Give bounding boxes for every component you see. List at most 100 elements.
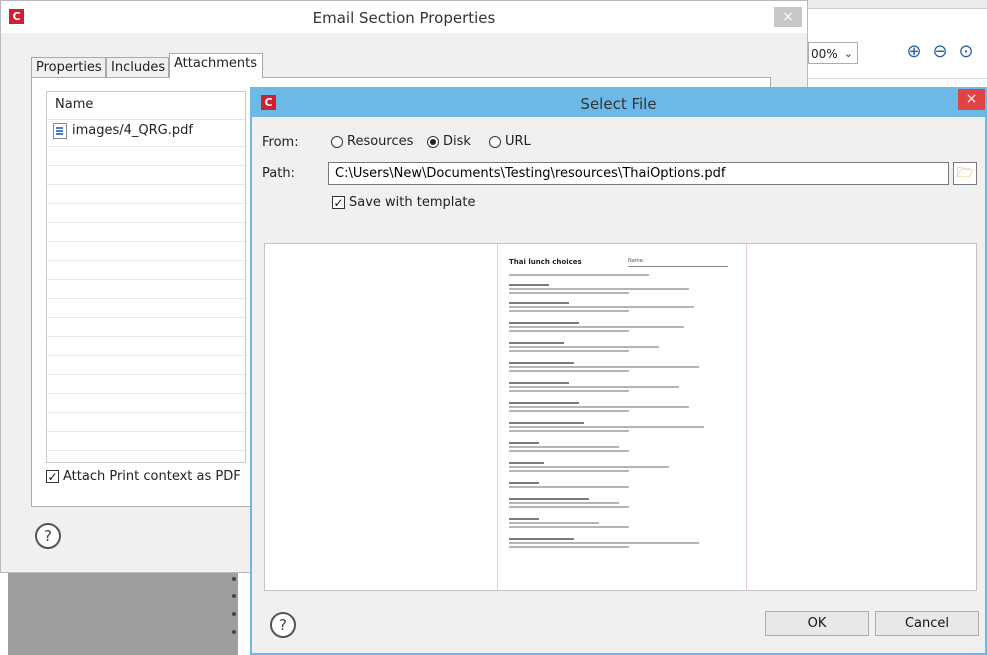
list-header: Name (47, 92, 245, 120)
help-icon[interactable]: ? (270, 612, 296, 638)
radio-resources[interactable]: Resources (331, 133, 413, 151)
zoom-out-icon[interactable]: ⊖ (929, 41, 951, 63)
radio-label: Resources (347, 134, 414, 149)
preview-text-line (509, 310, 629, 312)
preview-text-line (509, 370, 629, 372)
preview-text-line (509, 486, 629, 488)
from-label: From: (262, 135, 299, 150)
attachments-list[interactable]: Name images/4_QRG.pdf (46, 91, 246, 463)
email-dialog-titlebar: C Email Section Properties × (1, 1, 807, 33)
preview-text-line (509, 522, 599, 524)
background-panel-edge (238, 573, 250, 655)
tab-properties[interactable]: Properties (31, 57, 106, 77)
preview-text-line (509, 386, 679, 388)
bullet-dot (232, 594, 236, 598)
preview-text-line (509, 430, 629, 432)
radio-button[interactable] (331, 135, 343, 148)
save-template-label: Save with template (349, 195, 476, 210)
row-divider (47, 241, 245, 242)
row-divider (47, 450, 245, 451)
preview-text-line (509, 502, 619, 504)
radio-disk[interactable]: Disk (427, 133, 471, 151)
select-dialog-title: Select File (580, 95, 657, 113)
preview-text-line (509, 382, 569, 384)
preview-text-line (509, 302, 569, 304)
radio-button-selected[interactable] (427, 135, 439, 148)
row-divider (47, 412, 245, 413)
chevron-down-icon: ⌄ (843, 47, 853, 60)
attachment-filename: images/4_QRG.pdf (72, 123, 193, 138)
file-preview-area: Thai lunch choices Name: (264, 243, 977, 591)
pdf-page-preview: Thai lunch choices Name: (497, 244, 747, 590)
path-label: Path: (262, 166, 295, 181)
zoom-select[interactable]: 00% ⌄ (808, 42, 858, 64)
preview-text-line (509, 538, 574, 540)
row-divider (47, 279, 245, 280)
preview-text-line (509, 526, 629, 528)
preview-doc-title: Thai lunch choices (509, 258, 582, 266)
preview-text-line (509, 346, 659, 348)
preview-text-line (509, 406, 689, 408)
preview-text-line (509, 402, 579, 404)
close-icon[interactable]: × (774, 7, 802, 27)
preview-text-line (509, 288, 689, 290)
preview-text-line (509, 482, 539, 484)
ok-button[interactable]: OK (765, 611, 869, 636)
save-with-template-checkbox[interactable]: ✓ Save with template (332, 195, 475, 211)
preview-text-line (509, 342, 564, 344)
preview-text-line (509, 350, 629, 352)
zoom-in-icon[interactable]: ⊕ (903, 41, 925, 63)
preview-text-line (509, 422, 584, 424)
preview-text-line (509, 546, 629, 548)
tab-includes[interactable]: Includes (106, 57, 169, 77)
preview-text-line (509, 326, 684, 328)
select-dialog-titlebar: C Select File × (252, 89, 985, 117)
radio-url[interactable]: URL (489, 133, 531, 151)
checkbox-checked[interactable]: ✓ (332, 196, 345, 209)
background-panel (8, 573, 238, 655)
row-divider (47, 203, 245, 204)
preview-text-line (509, 542, 699, 544)
preview-text-line (509, 506, 629, 508)
column-header-name: Name (55, 97, 94, 112)
close-icon[interactable]: × (958, 89, 985, 110)
attach-print-context-checkbox[interactable]: ✓ Attach Print context as PDF (46, 469, 241, 485)
preview-text-line (509, 410, 629, 412)
checkbox-checked[interactable]: ✓ (46, 470, 59, 483)
preview-text-line (509, 292, 629, 294)
path-input[interactable] (328, 162, 949, 185)
preview-text-line (509, 498, 589, 500)
preview-name-field: Name: (628, 258, 728, 267)
cancel-button[interactable]: Cancel (875, 611, 979, 636)
row-divider (47, 165, 245, 166)
attach-print-label: Attach Print context as PDF (63, 469, 241, 484)
folder-open-icon[interactable]: 🗁 (953, 162, 977, 185)
preview-text-line (509, 330, 629, 332)
row-divider (47, 146, 245, 147)
bullet-dot (232, 577, 236, 581)
preview-text-line (509, 462, 544, 464)
preview-text-line (509, 426, 704, 428)
bullet-dot (232, 630, 236, 634)
bullet-dot (232, 612, 236, 616)
preview-text-line (509, 450, 629, 452)
row-divider (47, 317, 245, 318)
preview-text-line (509, 390, 629, 392)
row-divider (47, 184, 245, 185)
help-icon[interactable]: ? (35, 523, 61, 549)
zoom-value: 00% (811, 47, 838, 61)
preview-text-line (509, 446, 619, 448)
list-item[interactable]: images/4_QRG.pdf (53, 122, 193, 140)
pdf-file-icon (53, 122, 67, 139)
row-divider (47, 298, 245, 299)
row-divider (47, 431, 245, 432)
tab-attachments[interactable]: Attachments (169, 53, 263, 78)
zoom-reset-icon[interactable]: ⊙ (955, 41, 977, 63)
row-divider (47, 336, 245, 337)
preview-text-line (509, 322, 579, 324)
radio-label: Disk (443, 134, 471, 149)
preview-text-line (509, 274, 649, 276)
preview-text-line (509, 362, 574, 364)
preview-text-line (509, 470, 629, 472)
radio-button[interactable] (489, 135, 501, 148)
